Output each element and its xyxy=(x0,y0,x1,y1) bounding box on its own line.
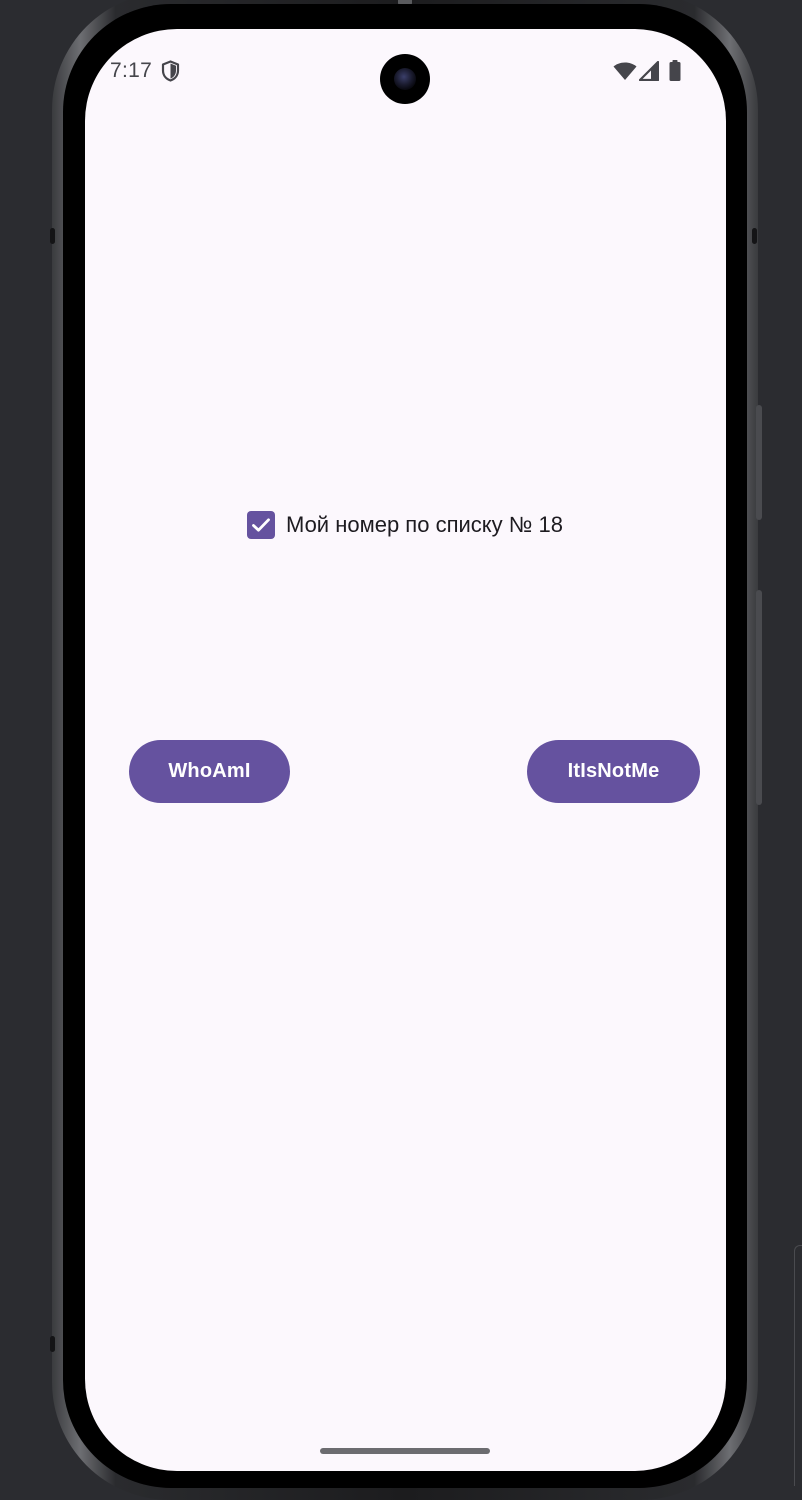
app-screen: 7:17 Мой номер по списку № 18 WhoAmI ItI xyxy=(85,29,726,1471)
home-indicator[interactable] xyxy=(320,1448,490,1454)
list-number-checkbox-row[interactable]: Мой номер по списку № 18 xyxy=(247,510,563,540)
volume-button xyxy=(756,590,762,805)
signal-icon xyxy=(639,61,659,81)
shield-icon xyxy=(161,60,180,82)
wifi-icon xyxy=(613,62,637,80)
frame-antenna-line xyxy=(50,228,55,244)
status-time: 7:17 xyxy=(110,59,153,82)
battery-icon xyxy=(669,60,681,81)
power-button xyxy=(756,405,762,520)
it-is-not-me-button[interactable]: ItIsNotMe xyxy=(527,740,700,803)
list-number-checkbox[interactable] xyxy=(247,511,275,539)
checkmark-icon xyxy=(252,518,270,532)
emulator-side-tab xyxy=(794,1245,802,1486)
checkbox-label: Мой номер по списку № 18 xyxy=(286,512,563,537)
who-am-i-button[interactable]: WhoAmI xyxy=(129,740,290,803)
status-bar: 7:17 xyxy=(85,29,726,109)
front-camera xyxy=(380,54,430,104)
frame-antenna-line xyxy=(752,228,757,244)
camera-lens xyxy=(394,68,416,90)
frame-antenna-line xyxy=(50,1336,55,1352)
